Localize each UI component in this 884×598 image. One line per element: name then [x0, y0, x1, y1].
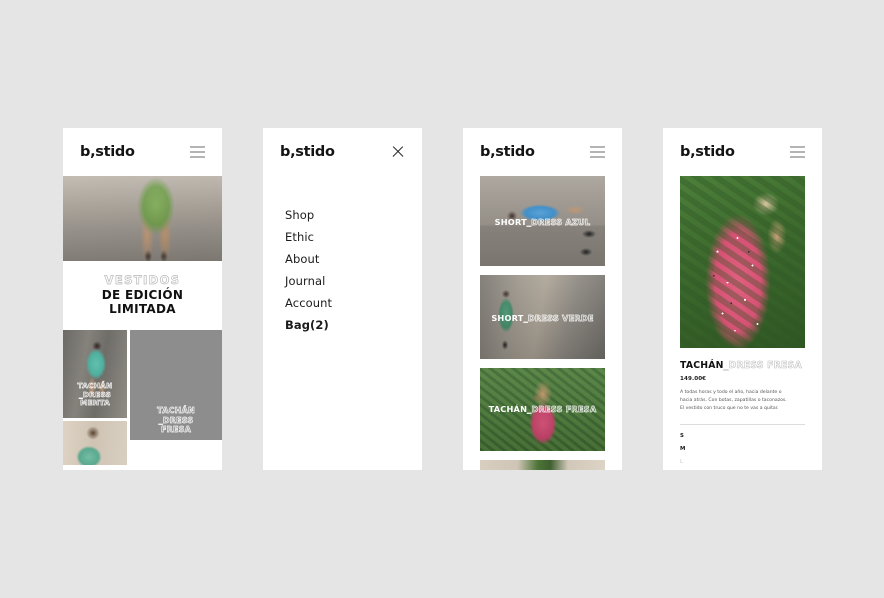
hamburger-bar: [590, 151, 605, 153]
app-header: b,stido: [463, 128, 622, 176]
product-name: TACHÁN: [680, 360, 724, 371]
product-tile[interactable]: TACHÁN _DRESS MENTA: [63, 330, 127, 418]
size-option-m[interactable]: M: [680, 447, 805, 452]
app-header: b,stido: [63, 128, 222, 176]
brand-logo[interactable]: b,stido: [80, 145, 135, 160]
hamburger-icon[interactable]: [590, 146, 605, 158]
product-name: TACHÁN: [78, 381, 113, 390]
size-selector: S M L: [680, 434, 805, 465]
menu-item-shop[interactable]: Shop: [285, 210, 422, 222]
product-info: TACHÁN_DRESS FRESA 149.00€ A todas horas…: [663, 348, 822, 466]
hamburger-icon[interactable]: [790, 146, 805, 158]
product-name: SHORT: [491, 313, 523, 323]
product-card[interactable]: [480, 460, 605, 470]
hamburger-bar: [590, 146, 605, 148]
product-color: FRESA: [161, 425, 191, 434]
product-suffix: _DRESS: [527, 404, 562, 414]
hamburger-bar: [190, 146, 205, 148]
app-header: b,stido: [663, 128, 822, 176]
headline-line-2: DE EDICIÓN: [63, 288, 222, 302]
hero-image[interactable]: [63, 176, 222, 261]
product-price: 149.00€: [680, 376, 805, 382]
product-card-label: SHORT_DRESS AZUL: [480, 218, 605, 227]
mockup-stage: b,stido VESTIDOS DE EDICIÓN LIMITADA TAC…: [0, 0, 884, 598]
product-color: AZUL: [565, 217, 590, 227]
app-header: b,stido: [263, 128, 422, 176]
menu-item-ethic[interactable]: Ethic: [285, 232, 422, 244]
product-grid-column-right: TACHÁN _DRESS FRESA: [130, 330, 222, 465]
product-name: TACHÁN: [157, 406, 195, 415]
product-name: SHORT: [495, 217, 527, 227]
product-suffix: _DRESS: [79, 390, 111, 399]
product-card[interactable]: SHORT_DRESS AZUL: [480, 176, 605, 266]
product-suffix: _DRESS: [159, 416, 194, 425]
product-tile[interactable]: [63, 421, 127, 465]
page-title: VESTIDOS DE EDICIÓN LIMITADA: [63, 261, 222, 330]
headline-line-1: VESTIDOS: [63, 274, 222, 288]
menu-item-account[interactable]: Account: [285, 298, 422, 310]
product-grid-column-left: TACHÁN _DRESS MENTA: [63, 330, 127, 465]
product-suffix: _DRESS: [524, 313, 559, 323]
hamburger-icon[interactable]: [190, 146, 205, 158]
brand-logo[interactable]: b,stido: [680, 145, 735, 160]
product-card-label: TACHÁN_DRESS FRESA: [480, 405, 605, 414]
close-icon[interactable]: [391, 145, 405, 159]
phone-mockup-shop-feed: b,stido SHORT_DRESS AZUL SHORT_DRESS VER…: [463, 128, 622, 470]
hamburger-bar: [190, 151, 205, 153]
product-color: MENTA: [80, 398, 110, 407]
product-card-label: SHORT_DRESS VERDE: [480, 314, 605, 323]
product-tile[interactable]: TACHÁN _DRESS FRESA: [130, 330, 222, 440]
hamburger-bar: [190, 156, 205, 158]
menu-item-bag[interactable]: Bag(2): [285, 320, 422, 332]
product-description: A todas horas y todo el año, hacia delan…: [680, 389, 792, 413]
hamburger-bar: [790, 146, 805, 148]
hamburger-bar: [790, 151, 805, 153]
product-suffix: _DRESS FRESA: [724, 360, 802, 371]
product-color: VERDE: [562, 313, 594, 323]
product-card[interactable]: SHORT_DRESS VERDE: [480, 275, 605, 359]
product-tile-label: TACHÁN _DRESS FRESA: [130, 406, 222, 434]
menu-item-about[interactable]: About: [285, 254, 422, 266]
phone-mockup-home: b,stido VESTIDOS DE EDICIÓN LIMITADA TAC…: [63, 128, 222, 470]
product-suffix: _DRESS: [527, 217, 562, 227]
menu-item-journal[interactable]: Journal: [285, 276, 422, 288]
nav-menu: Shop Ethic About Journal Account Bag(2): [263, 192, 422, 332]
product-tile-label: TACHÁN _DRESS MENTA: [63, 382, 127, 408]
size-option-s[interactable]: S: [680, 434, 805, 439]
phone-mockup-menu: b,stido Shop Ethic About Journal Account…: [263, 128, 422, 470]
size-option-l[interactable]: L: [680, 460, 805, 465]
phone-mockup-product-detail: b,stido TACHÁN_DRESS FRESA 149.00€ A tod…: [663, 128, 822, 470]
divider: [680, 424, 805, 425]
product-color: FRESA: [566, 404, 597, 414]
floral-pattern: [680, 176, 805, 348]
hamburger-bar: [790, 156, 805, 158]
brand-logo[interactable]: b,stido: [480, 145, 535, 160]
brand-logo[interactable]: b,stido: [280, 145, 335, 160]
product-grid: TACHÁN _DRESS MENTA TACHÁN _DRESS FRESA: [63, 330, 222, 465]
product-name: TACHÁN: [489, 404, 528, 414]
product-hero-image[interactable]: [680, 176, 805, 348]
hamburger-bar: [590, 156, 605, 158]
product-feed: SHORT_DRESS AZUL SHORT_DRESS VERDE TACHÁ…: [463, 176, 622, 470]
product-title: TACHÁN_DRESS FRESA: [680, 361, 805, 370]
product-card[interactable]: TACHÁN_DRESS FRESA: [480, 368, 605, 451]
headline-line-3: LIMITADA: [63, 302, 222, 316]
